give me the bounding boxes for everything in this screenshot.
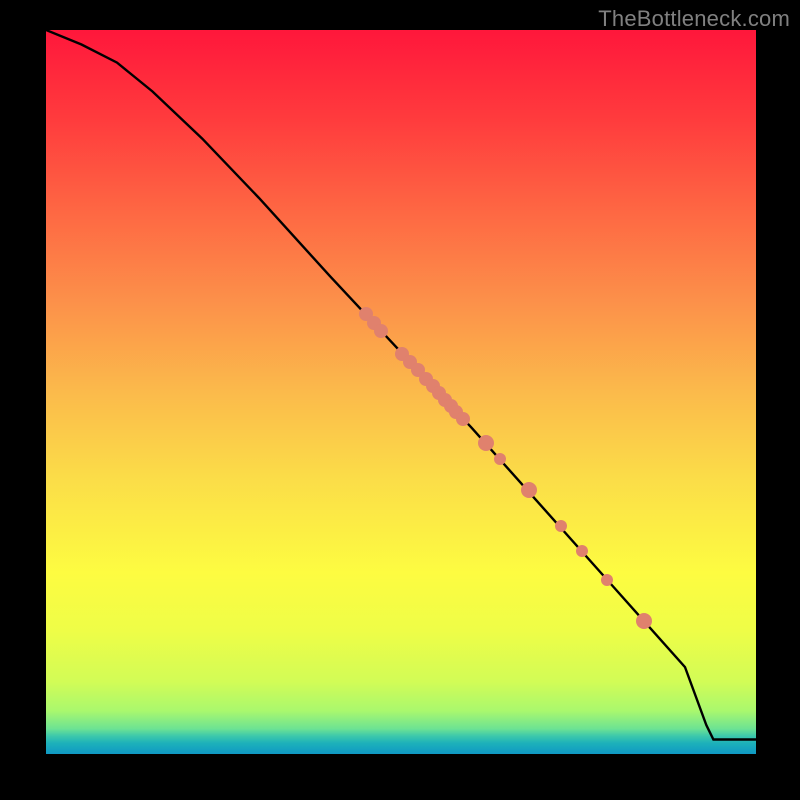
chart-curve	[46, 30, 756, 754]
chart-marker	[374, 324, 388, 338]
chart-marker	[636, 613, 652, 629]
chart-line-path	[46, 30, 756, 740]
chart-marker	[494, 453, 506, 465]
chart-marker	[521, 482, 537, 498]
watermark-text: TheBottleneck.com	[598, 6, 790, 32]
chart-area	[46, 30, 756, 754]
chart-marker	[576, 545, 588, 557]
chart-marker	[456, 412, 470, 426]
chart-marker	[555, 520, 567, 532]
chart-marker	[478, 435, 494, 451]
chart-marker	[601, 574, 613, 586]
